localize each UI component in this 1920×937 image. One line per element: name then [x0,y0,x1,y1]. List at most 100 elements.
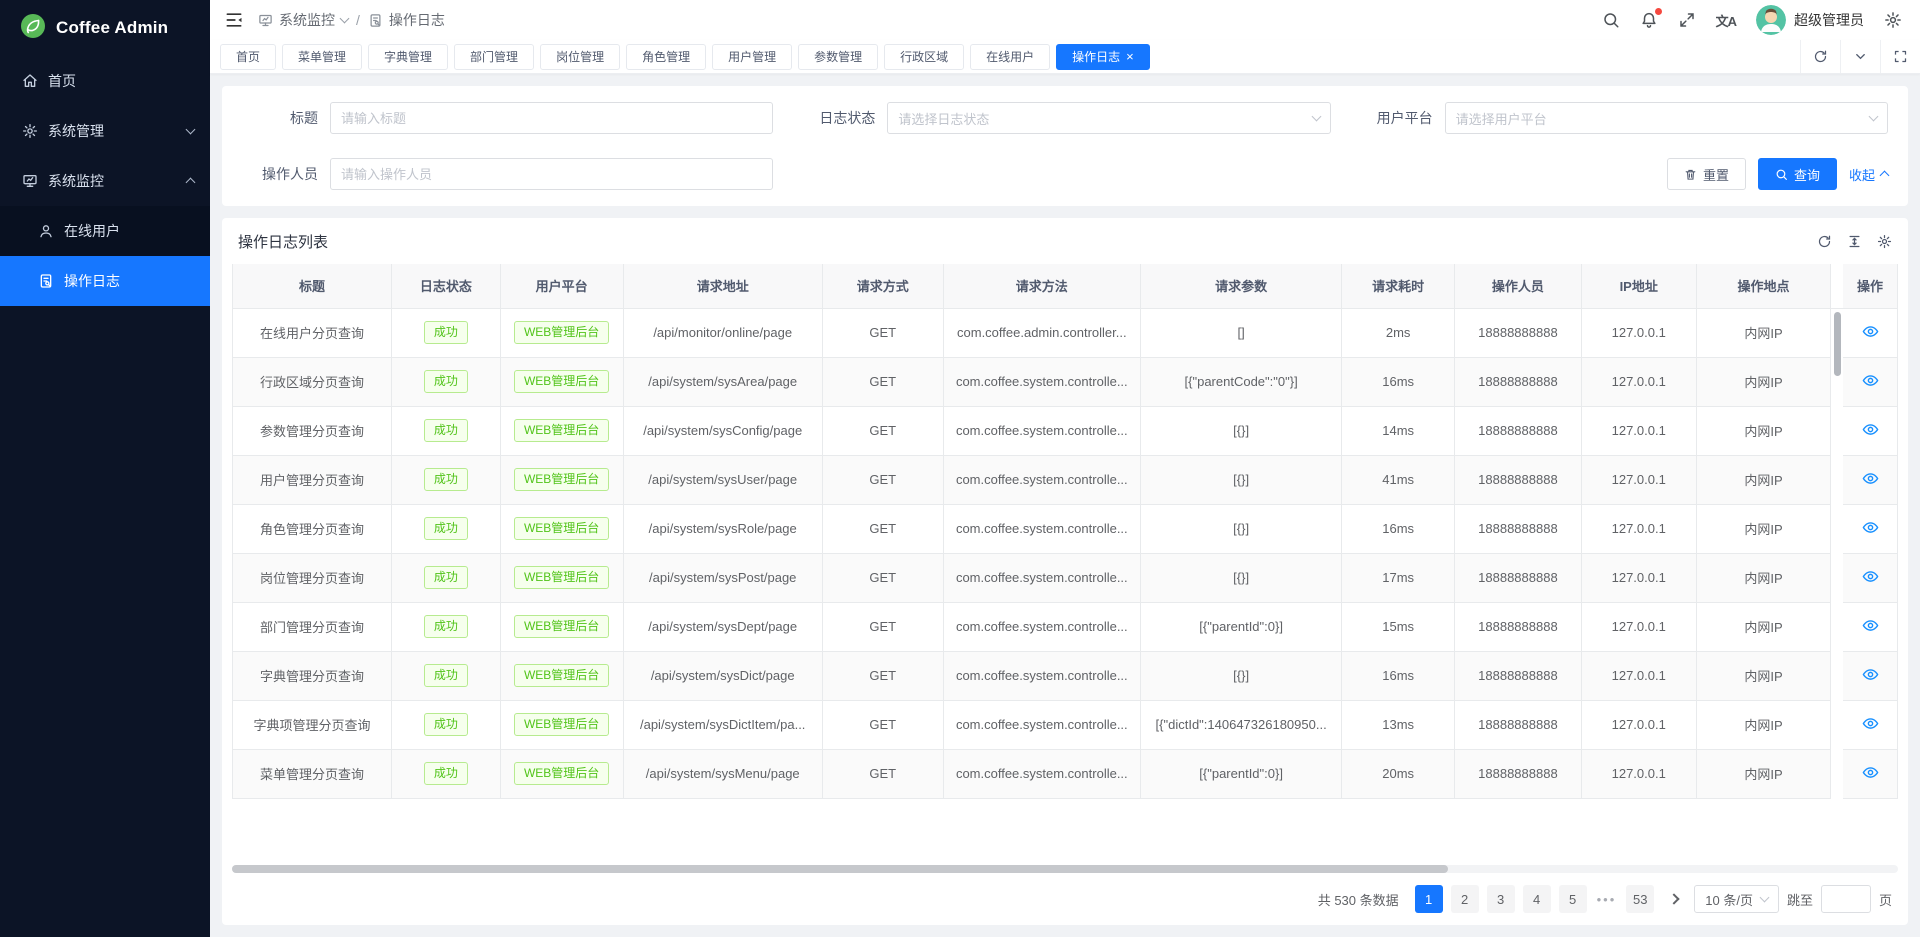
title-input[interactable] [330,102,773,134]
cell-java-method: com.coffee.system.controlle... [943,602,1140,651]
cell-location: 内网IP [1696,651,1831,700]
user-menu[interactable]: 超级管理员 [1756,5,1864,35]
app-root: Coffee Admin 首页 系统管理 系统监控 在线用户 [0,0,1920,937]
tab-在线用户[interactable]: 在线用户 [970,44,1050,70]
sidebar-item-online-users[interactable]: 在线用户 [0,206,210,256]
cell-url: /api/system/sysRole/page [623,504,822,553]
field-title: 标题 [242,102,773,134]
cell-java-method: com.coffee.admin.controller... [943,308,1140,357]
maximize-icon[interactable] [1880,40,1920,73]
tab-角色管理[interactable]: 角色管理 [626,44,706,70]
cell-status: 成功 [392,504,501,553]
tab-行政区域[interactable]: 行政区域 [884,44,964,70]
status-badge: 成功 [424,468,468,492]
page-button-1[interactable]: 1 [1415,885,1443,913]
cell-params: [{}] [1140,406,1341,455]
scrollbar-gutter [1831,602,1843,651]
cell-duration: 16ms [1342,357,1455,406]
sidebar-item-system-monitor[interactable]: 系统监控 [0,156,210,206]
view-detail-eye-icon[interactable] [1862,617,1879,634]
row-density-icon[interactable] [1847,234,1862,249]
tab-首页[interactable]: 首页 [220,44,276,70]
user-platform-placeholder: 请选择用户平台 [1456,109,1870,128]
tab-岗位管理[interactable]: 岗位管理 [540,44,620,70]
sidebar: Coffee Admin 首页 系统管理 系统监控 在线用户 [0,0,210,937]
cell-title: 字典管理分页查询 [233,651,392,700]
view-detail-eye-icon[interactable] [1862,568,1879,585]
log-table: 标题日志状态用户平台请求地址请求方式请求方法请求参数请求耗时操作人员IP地址操作… [232,264,1898,799]
cell-params: [] [1140,308,1341,357]
view-detail-eye-icon[interactable] [1862,323,1879,340]
tab-label: 字典管理 [384,48,432,65]
page-button-5[interactable]: 5 [1559,885,1587,913]
tab-label: 参数管理 [814,48,862,65]
cell-platform: WEB管理后台 [500,602,623,651]
fullscreen-icon[interactable] [1678,11,1696,29]
table-row: 字典管理分页查询成功WEB管理后台/api/system/sysDict/pag… [233,651,1898,700]
cell-duration: 17ms [1342,553,1455,602]
card-header: 操作日志列表 [222,218,1908,264]
view-detail-eye-icon[interactable] [1862,372,1879,389]
notification-dot [1655,8,1662,15]
view-detail-eye-icon[interactable] [1862,421,1879,438]
tab-操作日志[interactable]: 操作日志× [1056,44,1150,70]
query-button[interactable]: 查询 [1758,158,1837,190]
page-button-2[interactable]: 2 [1451,885,1479,913]
logo[interactable]: Coffee Admin [0,0,210,56]
tab-close-icon[interactable]: × [1126,50,1134,63]
cell-location: 内网IP [1696,749,1831,798]
sidebar-item-label: 操作日志 [64,271,194,291]
page-button-4[interactable]: 4 [1523,885,1551,913]
chevron-down-icon[interactable] [1840,40,1880,73]
chevron-down-icon [186,125,196,135]
table-row: 部门管理分页查询成功WEB管理后台/api/system/sysDept/pag… [233,602,1898,651]
view-detail-eye-icon[interactable] [1862,764,1879,781]
settings-gear-icon[interactable] [1884,11,1902,29]
sidebar-item-home[interactable]: 首页 [0,56,210,106]
page-button-3[interactable]: 3 [1487,885,1515,913]
breadcrumb-parent[interactable]: 系统监控 [279,10,335,30]
search-icon[interactable] [1602,11,1620,29]
scrollbar-gutter [1831,651,1843,700]
reset-button[interactable]: 重置 [1667,158,1746,190]
tab-label: 岗位管理 [556,48,604,65]
jump-page-input[interactable] [1821,885,1871,913]
view-detail-eye-icon[interactable] [1862,470,1879,487]
cell-operator: 18888888888 [1455,406,1582,455]
sidebar-item-operation-logs[interactable]: 操作日志 [0,256,210,306]
tab-菜单管理[interactable]: 菜单管理 [282,44,362,70]
cell-operator: 18888888888 [1455,504,1582,553]
pager-ellipsis: ••• [1595,892,1619,907]
next-page-button[interactable] [1662,885,1686,913]
cell-method: GET [822,504,943,553]
tab-参数管理[interactable]: 参数管理 [798,44,878,70]
sidebar-item-system-management[interactable]: 系统管理 [0,106,210,156]
cell-platform: WEB管理后台 [500,504,623,553]
cell-status: 成功 [392,651,501,700]
vertical-scrollbar-thumb[interactable] [1834,312,1841,376]
refresh-icon[interactable] [1800,40,1840,73]
operator-input[interactable] [330,158,773,190]
page-button-53[interactable]: 53 [1626,885,1654,913]
cell-duration: 14ms [1342,406,1455,455]
cell-duration: 41ms [1342,455,1455,504]
view-detail-eye-icon[interactable] [1862,666,1879,683]
page-size-select[interactable]: 10 条/页 [1694,885,1779,913]
tab-用户管理[interactable]: 用户管理 [712,44,792,70]
translate-icon[interactable]: 文A [1716,11,1736,30]
cell-status: 成功 [392,749,501,798]
horizontal-scrollbar-thumb[interactable] [232,865,1448,873]
user-platform-select[interactable]: 请选择用户平台 [1445,102,1888,134]
refresh-icon[interactable] [1817,234,1832,249]
notification-bell-icon[interactable] [1640,11,1658,29]
collapse-link[interactable]: 收起 [1849,165,1888,184]
cell-url: /api/system/sysArea/page [623,357,822,406]
log-status-select[interactable]: 请选择日志状态 [887,102,1330,134]
tab-部门管理[interactable]: 部门管理 [454,44,534,70]
column-settings-gear-icon[interactable] [1877,234,1892,249]
view-detail-eye-icon[interactable] [1862,715,1879,732]
view-detail-eye-icon[interactable] [1862,519,1879,536]
tab-字典管理[interactable]: 字典管理 [368,44,448,70]
cell-title: 字典项管理分页查询 [233,700,392,749]
sidebar-fold-icon[interactable] [224,10,244,30]
